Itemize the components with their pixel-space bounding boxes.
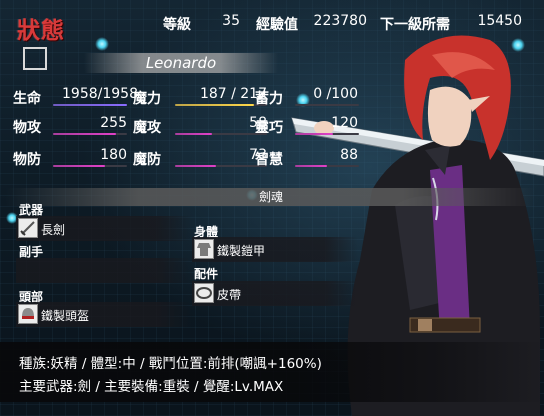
stat-value: 120 bbox=[331, 115, 358, 131]
weapon-info: 主要武器:劍 / 主要裝備:重裝 / 覺醒:Lv.MAX bbox=[19, 379, 284, 395]
next-level-label: 下一級所需 bbox=[380, 17, 450, 33]
sword-icon bbox=[18, 218, 38, 238]
accessory-label: 配件 bbox=[194, 267, 219, 281]
page-title: 狀態 bbox=[17, 18, 65, 44]
body-item: 鐵製鎧甲 bbox=[217, 244, 266, 258]
belt-buckle bbox=[418, 319, 432, 331]
stat-row: 靈巧 120 bbox=[0, 113, 544, 137]
stat-label: 靈巧 bbox=[255, 120, 283, 136]
stat-label: 智慧 bbox=[255, 152, 283, 168]
exp-label: 經驗值 bbox=[256, 17, 298, 33]
exp-value: 223780 bbox=[313, 13, 367, 29]
next-level-value: 15450 bbox=[477, 13, 522, 29]
stat-value: 88 bbox=[340, 147, 358, 163]
portrait-frame[interactable] bbox=[23, 47, 47, 70]
level-value: 35 bbox=[222, 13, 240, 29]
race-info: 種族:妖精 / 體型:中 / 戰鬥位置:前排(嘲諷+160%) bbox=[19, 356, 322, 372]
stat-label: 蓄力 bbox=[255, 91, 283, 107]
stat-bar-fill bbox=[295, 165, 327, 167]
belt-icon bbox=[194, 283, 214, 303]
stat-row: 智慧 88 bbox=[0, 145, 544, 169]
weapon-item: 長劍 bbox=[41, 223, 66, 237]
stat-row: 蓄力 0 /100 bbox=[0, 84, 544, 108]
stat-bar-fill bbox=[295, 133, 333, 135]
character-info-panel: 種族:妖精 / 體型:中 / 戰鬥位置:前排(嘲諷+160%) 主要武器:劍 /… bbox=[0, 342, 544, 402]
status-screen: 狀態 等級 35 經驗值 223780 下一級所需 15450 Leonardo… bbox=[0, 0, 544, 416]
offhand-slot[interactable] bbox=[16, 258, 192, 283]
level-label: 等級 bbox=[163, 17, 191, 33]
accessory-item: 皮帶 bbox=[217, 288, 242, 302]
helmet-icon bbox=[18, 304, 38, 324]
stat-value: 0 /100 bbox=[313, 86, 358, 102]
head-item: 鐵製頭盔 bbox=[41, 309, 90, 323]
armor-icon bbox=[194, 239, 214, 259]
equipment-section-title: 劍魂 bbox=[6, 188, 536, 206]
character-name: Leonardo bbox=[84, 53, 278, 73]
stat-bar-track bbox=[295, 104, 359, 106]
